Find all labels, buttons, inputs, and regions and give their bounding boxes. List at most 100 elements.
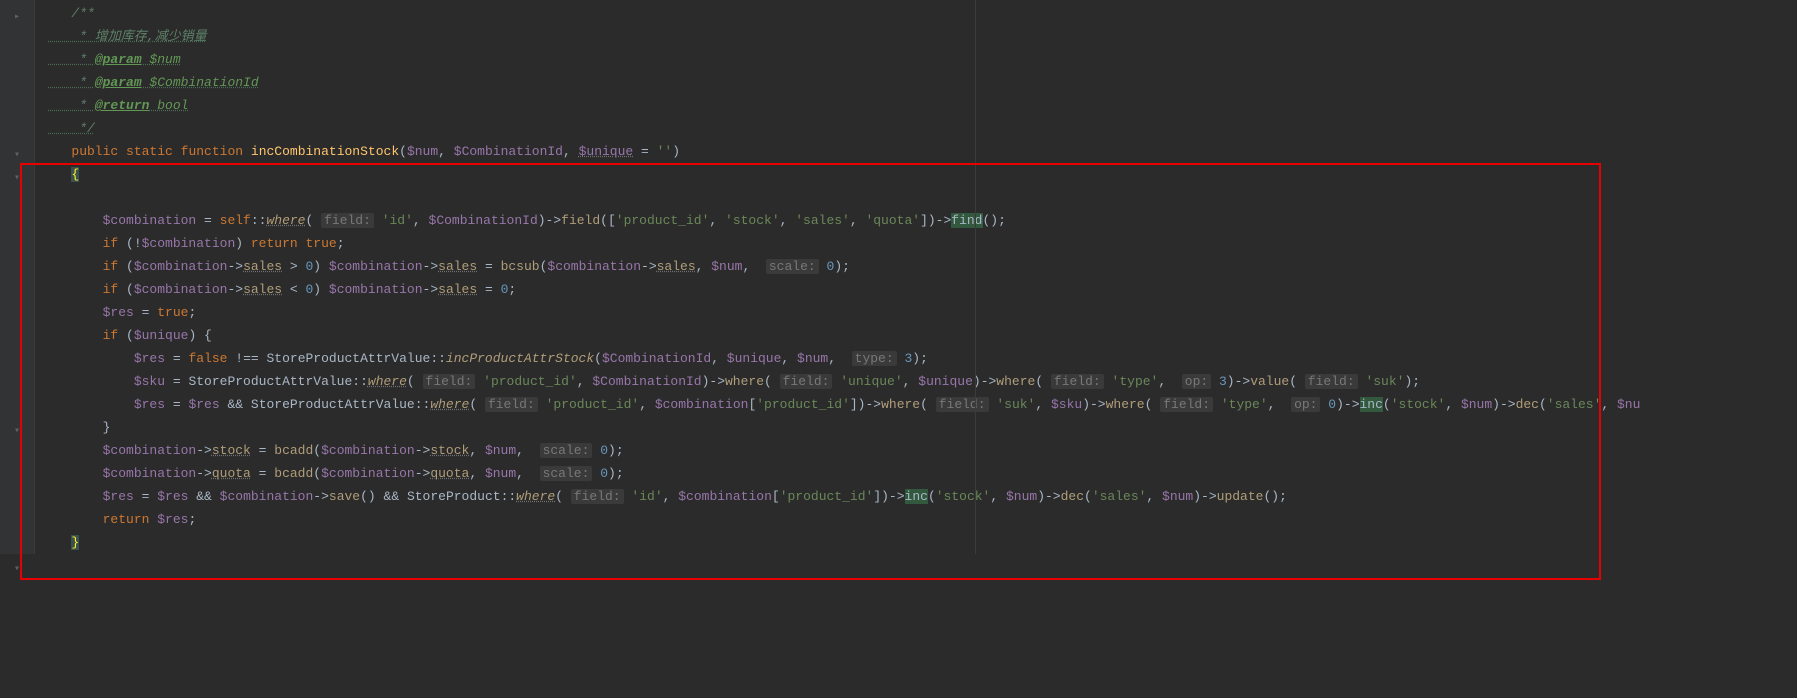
code-line[interactable]: } [48,531,1797,554]
var: $combination [134,282,228,297]
var: $num [1461,397,1492,412]
var-res: $res [134,397,165,412]
str: 'quota' [865,213,920,228]
doc-var: $CombinationId [142,75,259,90]
code-line[interactable]: if ($combination->sales > 0) $combinatio… [48,255,1797,278]
kw-if: if [103,259,119,274]
fn-where: where [266,213,305,228]
hint: field: [780,374,833,389]
code-line[interactable]: * @param $CombinationId [48,71,1797,94]
default: '' [657,144,673,159]
str: 'product_id' [483,374,577,389]
var: $combination [103,466,197,481]
var: $combination [321,466,415,481]
fn-where: where [881,397,920,412]
hint-op: op: [1182,374,1211,389]
prop-stock: stock [212,443,251,458]
code-line[interactable]: return $res; [48,508,1797,531]
var-res: $res [103,305,134,320]
var: $combination [329,282,423,297]
fn-inc: inc [905,489,928,504]
class: StoreProductAttrValue [266,351,430,366]
str: 'stock' [1391,397,1446,412]
fold-icon[interactable]: ▸ [14,6,24,16]
fn-bcadd: bcadd [274,466,313,481]
hint: field: [1051,374,1104,389]
hint: field: [1305,374,1358,389]
code-line[interactable]: $res = $res && $combination->save() && S… [48,485,1797,508]
hint-op: op: [1291,397,1320,412]
fold-icon[interactable]: ▾ [14,144,24,154]
num: 3 [1219,374,1227,389]
str: 'unique' [840,374,902,389]
fn-where: where [430,397,469,412]
var: $combination [220,489,314,504]
kw-if: if [103,236,119,251]
hint: field: [936,397,989,412]
fold-icon[interactable]: ▾ [14,420,24,430]
str: 'suk' [996,397,1035,412]
code-line[interactable]: $combination = self::where( field: 'id',… [48,209,1797,232]
var: $combination [134,259,228,274]
brace-open: { [71,167,79,182]
code-line[interactable]: * @return bool [48,94,1797,117]
prop-sales: sales [438,259,477,274]
kw-if: if [103,328,119,343]
class: StoreProductAttrValue [188,374,352,389]
hint: field: [485,397,538,412]
doc-line: * [48,98,95,113]
prop-sales: sales [438,282,477,297]
var: $CombinationId [602,351,711,366]
code-line[interactable]: $res = true; [48,301,1797,324]
code-line[interactable]: * 增加库存,减少销量 [48,25,1797,48]
code-line[interactable]: } [48,416,1797,439]
var: $combination [321,443,415,458]
str: 'sales' [795,213,850,228]
doc-close: */ [48,121,95,136]
var-res: $res [103,489,134,504]
code-line[interactable]: $combination->stock = bcadd($combination… [48,439,1797,462]
hint-scale: scale: [540,443,593,458]
code-line[interactable]: $res = $res && StoreProductAttrValue::wh… [48,393,1797,416]
param: $CombinationId [454,144,563,159]
kw-static: static [126,144,173,159]
kw-self: self [220,213,251,228]
var: $unique [727,351,782,366]
code-line[interactable] [48,186,1797,209]
num: 0 [600,466,608,481]
doc-line: * [48,52,95,67]
code-line[interactable]: public static function incCombinationSto… [48,140,1797,163]
var-res: $res [188,397,219,412]
code-line[interactable]: * @param $num [48,48,1797,71]
fn-name: incCombinationStock [251,144,399,159]
code-line[interactable]: $res = false !== StoreProductAttrValue::… [48,347,1797,370]
hint-scale: scale: [540,466,593,481]
code-line[interactable]: if (!$combination) return true; [48,232,1797,255]
hint: field: [423,374,476,389]
code-line[interactable]: if ($combination->sales < 0) $combinatio… [48,278,1797,301]
doc-line: * [48,75,95,90]
var: $combination [655,397,749,412]
code-line[interactable]: /** [48,2,1797,25]
var: $combination [142,236,236,251]
code-line[interactable]: if ($unique) { [48,324,1797,347]
code-line[interactable]: { [48,163,1797,186]
fold-icon[interactable]: ▾ [14,167,24,177]
op: = [633,144,656,159]
prop-sales: sales [243,282,282,297]
code-editor[interactable]: ▸ ▾ ▾ ▾ ▾ /** * 增加库存,减少销量 * @param $num … [0,0,1797,554]
num: 0 [1328,397,1336,412]
kw-false: false [188,351,227,366]
hint-scale: scale: [766,259,819,274]
var: $combination [547,259,641,274]
code-line[interactable]: */ [48,117,1797,140]
prop: quota [430,466,469,481]
code-line[interactable]: $sku = StoreProductAttrValue::where( fie… [48,370,1797,393]
fold-icon[interactable]: ▾ [14,558,24,568]
fn-bcsub: bcsub [501,259,540,274]
doc-line: * 增加库存,减少销量 [48,29,207,44]
var: $num [485,443,516,458]
code-line[interactable]: $combination->quota = bcadd($combination… [48,462,1797,485]
var: $combination [103,213,197,228]
fn-field: field [561,213,600,228]
